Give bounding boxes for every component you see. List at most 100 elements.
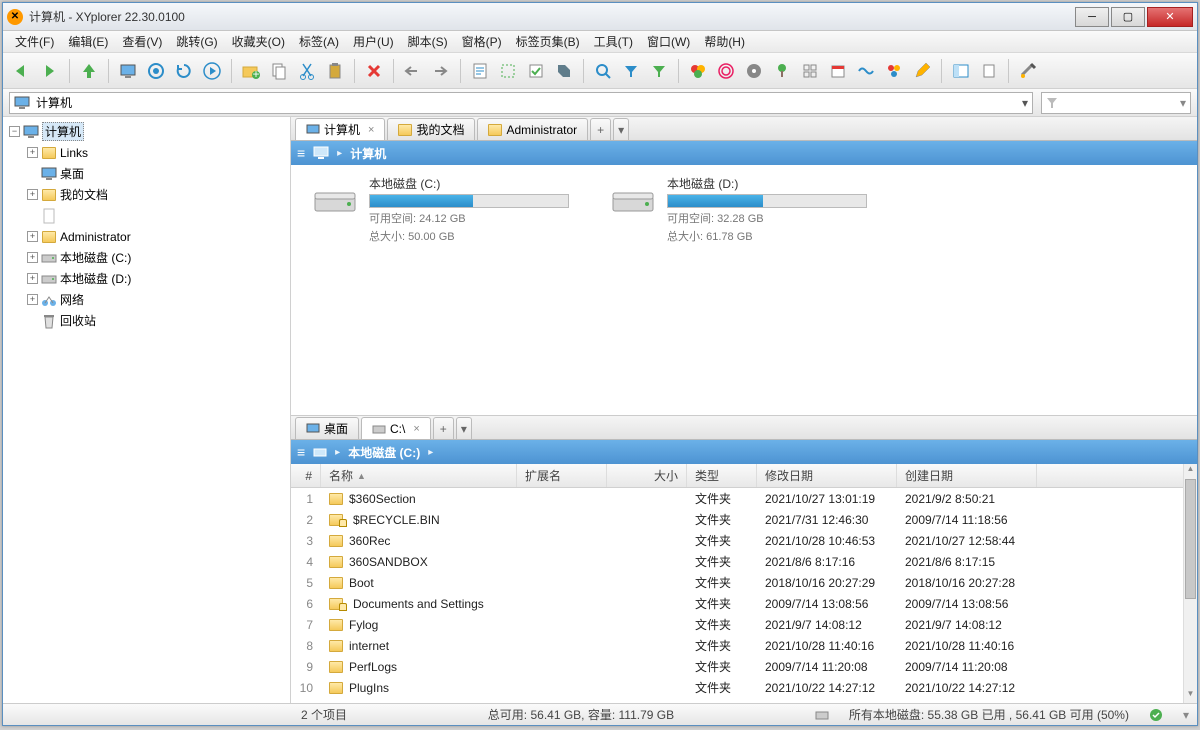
address-dropdown-icon[interactable]: ▾ [1022,96,1028,110]
copy-icon[interactable] [266,58,292,84]
check-icon[interactable] [523,58,549,84]
play-icon[interactable] [199,58,225,84]
refresh-icon[interactable] [171,58,197,84]
properties-icon[interactable] [467,58,493,84]
cut-icon[interactable] [294,58,320,84]
table-row[interactable]: 5 Boot 文件夹 2018/10/16 20:27:29 2018/10/1… [291,572,1183,593]
forward-button[interactable] [37,58,63,84]
col-created[interactable]: 创建日期 [897,464,1037,487]
pencil-icon[interactable] [909,58,935,84]
tree-item[interactable]: +Links [3,142,290,163]
table-row[interactable]: 9 PerfLogs 文件夹 2009/7/14 11:20:08 2009/7… [291,656,1183,677]
hamburger-icon[interactable]: ≡ [297,145,305,161]
menu-go[interactable]: 跳转(G) [170,31,223,52]
undo-icon[interactable] [400,58,426,84]
delete-icon[interactable] [361,58,387,84]
tree-item[interactable]: +网络 [3,289,290,310]
select-icon[interactable] [495,58,521,84]
filter2-icon[interactable] [646,58,672,84]
back-button[interactable] [9,58,35,84]
tag-icon[interactable] [551,58,577,84]
menu-scripts[interactable]: 脚本(S) [402,31,454,52]
tab-computer[interactable]: 计算机× [295,118,385,140]
tree-item[interactable]: +本地磁盘 (C:) [3,247,290,268]
monitor-icon[interactable] [115,58,141,84]
menu-view[interactable]: 查看(V) [116,31,168,52]
drive-item[interactable]: 本地磁盘 (D:) 可用空间: 32.28 GB 总大小: 61.78 GB [609,175,867,244]
table-row[interactable]: 3 360Rec 文件夹 2021/10/28 10:46:53 2021/10… [291,530,1183,551]
settings-icon[interactable] [1015,58,1041,84]
col-num[interactable]: # [291,464,321,487]
table-row[interactable]: 10 PlugIns 文件夹 2021/10/22 14:27:12 2021/… [291,677,1183,698]
filter-icon[interactable] [618,58,644,84]
chevron-right-icon[interactable]: ▸ [337,148,342,159]
wave-icon[interactable] [853,58,879,84]
expand-icon[interactable]: + [27,189,38,200]
col-type[interactable]: 类型 [687,464,757,487]
table-row[interactable]: 1 $360Section 文件夹 2021/10/27 13:01:19 20… [291,488,1183,509]
tab-list-button[interactable]: ▾ [456,417,472,439]
redo-icon[interactable] [428,58,454,84]
balls-icon[interactable] [881,58,907,84]
vertical-scrollbar[interactable]: ▲ ▼ [1183,464,1197,703]
expand-icon[interactable] [27,168,38,179]
new-tab-button[interactable]: + [433,417,454,439]
menu-tools[interactable]: 工具(T) [588,31,639,52]
tree-item[interactable]: +我的文档 [3,184,290,205]
table-row[interactable]: 6 Documents and Settings 文件夹 2009/7/14 1… [291,593,1183,614]
menu-file[interactable]: 文件(F) [9,31,60,52]
color1-icon[interactable] [685,58,711,84]
grid-icon[interactable] [797,58,823,84]
file-list[interactable]: 1 $360Section 文件夹 2021/10/27 13:01:19 20… [291,488,1183,703]
tab-close-icon[interactable]: × [413,423,419,435]
col-size[interactable]: 大小 [607,464,687,487]
tree-item[interactable] [3,205,290,226]
menu-edit[interactable]: 编辑(E) [62,31,114,52]
spiral-icon[interactable] [713,58,739,84]
layout1-icon[interactable] [948,58,974,84]
chevron-right-icon[interactable]: ▸ [428,447,433,458]
close-button[interactable]: ✕ [1147,7,1193,27]
menu-tags[interactable]: 标签(A) [293,31,345,52]
table-row[interactable]: 8 internet 文件夹 2021/10/28 11:40:16 2021/… [291,635,1183,656]
table-row[interactable]: 2 $RECYCLE.BIN 文件夹 2021/7/31 12:46:30 20… [291,509,1183,530]
tree-icon2[interactable] [769,58,795,84]
col-ext[interactable]: 扩展名 [517,464,607,487]
paste-icon[interactable] [322,58,348,84]
tree-root[interactable]: − 计算机 [3,121,290,142]
layout2-icon[interactable] [976,58,1002,84]
tab-list-button[interactable]: ▾ [613,118,629,140]
status-dropdown-icon[interactable]: ▾ [1183,708,1189,722]
maximize-button[interactable]: ▢ [1111,7,1145,27]
tab-admin[interactable]: Administrator [477,118,588,140]
expand-icon[interactable]: + [27,252,38,263]
menu-panes[interactable]: 窗格(P) [456,31,508,52]
search-icon[interactable] [590,58,616,84]
menu-window[interactable]: 窗口(W) [641,31,696,52]
expand-icon[interactable]: + [27,147,38,158]
disc-icon[interactable] [741,58,767,84]
tab-documents[interactable]: 我的文档 [387,118,475,140]
col-name[interactable]: 名称▲ [321,464,517,487]
tree-item[interactable]: 桌面 [3,163,290,184]
pane-a-breadcrumb[interactable]: ≡ ▸ 计算机 [291,141,1197,165]
menu-user[interactable]: 用户(U) [347,31,400,52]
expand-icon[interactable]: + [27,294,38,305]
tree-item[interactable]: +本地磁盘 (D:) [3,268,290,289]
collapse-icon[interactable]: − [9,126,20,137]
titlebar[interactable]: ✕ 计算机 - XYplorer 22.30.0100 ─ ▢ ✕ [3,3,1197,31]
tab-close-icon[interactable]: × [368,124,374,136]
filter-dropdown[interactable]: ▾ [1041,92,1191,114]
folder-tree[interactable]: − 计算机 +Links桌面+我的文档+Administrator+本地磁盘 (… [3,117,291,703]
expand-icon[interactable]: + [27,273,38,284]
expand-icon[interactable] [27,315,38,326]
menu-tabsets[interactable]: 标签页集(B) [510,31,586,52]
up-button[interactable] [76,58,102,84]
pane-b-breadcrumb[interactable]: ≡ ▸ 本地磁盘 (C:) ▸ [291,440,1197,464]
menu-help[interactable]: 帮助(H) [698,31,751,52]
chevron-right-icon[interactable]: ▸ [335,447,340,458]
minimize-button[interactable]: ─ [1075,7,1109,27]
new-tab-button[interactable]: + [590,118,611,140]
new-folder-icon[interactable]: + [238,58,264,84]
table-row[interactable]: 7 Fylog 文件夹 2021/9/7 14:08:12 2021/9/7 1… [291,614,1183,635]
